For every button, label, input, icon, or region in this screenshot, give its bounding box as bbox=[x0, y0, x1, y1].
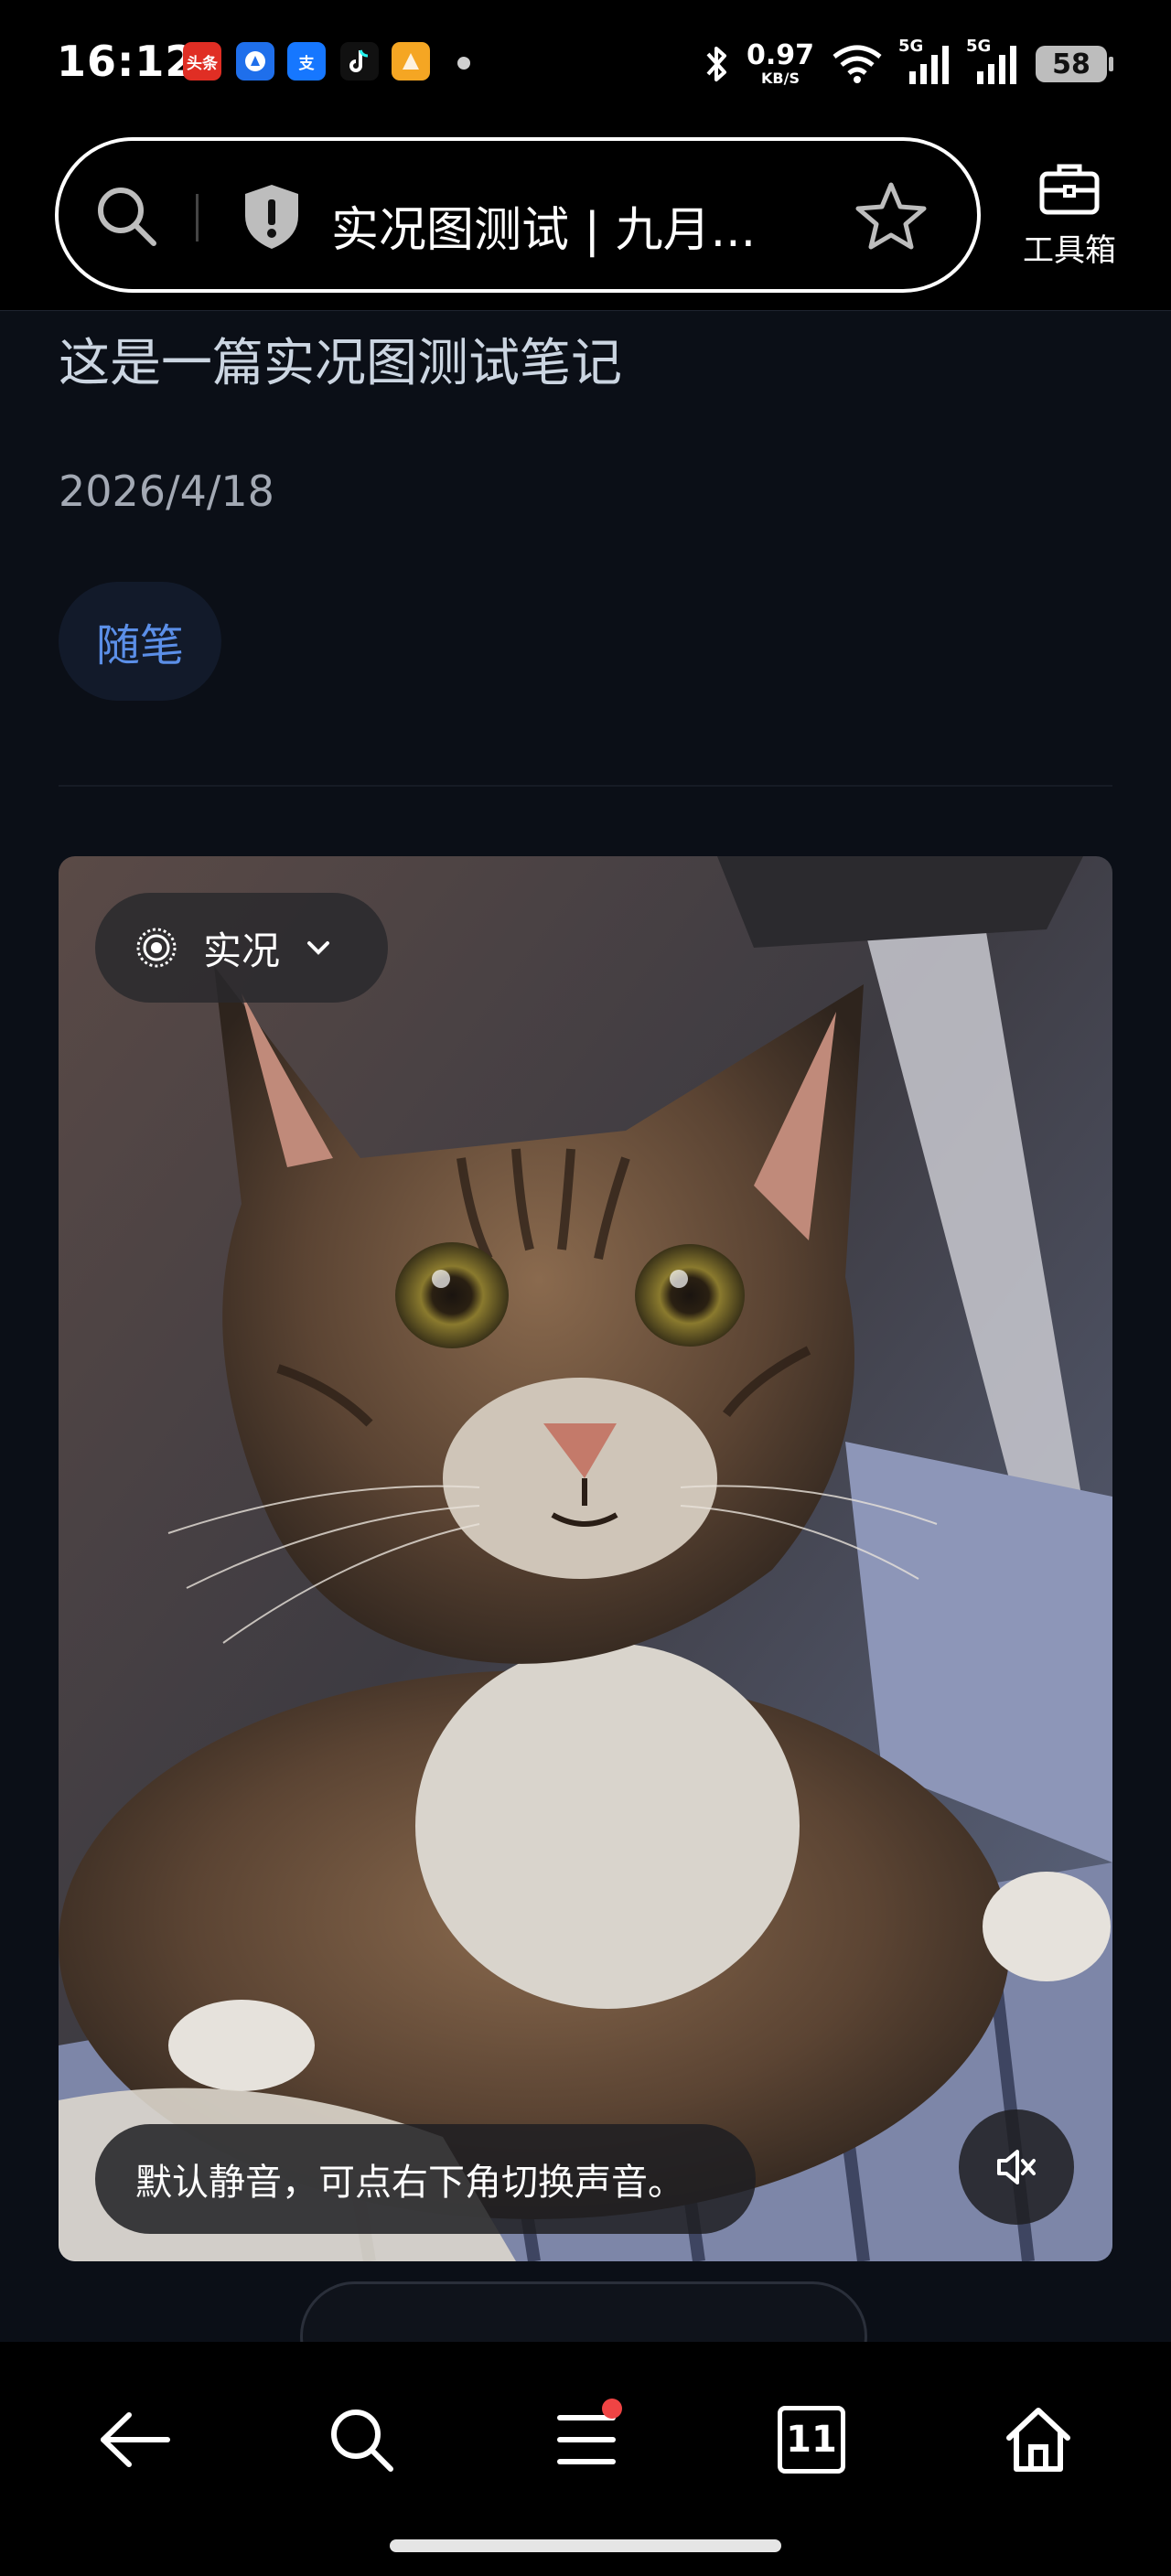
alipay-app-icon: 支 bbox=[287, 42, 326, 80]
network-speed: 0.97 KB/S bbox=[746, 39, 814, 87]
live-photo-badge[interactable]: 实况 bbox=[95, 893, 388, 1003]
live-photo[interactable]: 实况 默认静音，可点右下角切换声音。 bbox=[59, 856, 1112, 2261]
photo-app-icon bbox=[392, 42, 430, 80]
mute-toggle-button[interactable] bbox=[959, 2109, 1074, 2225]
bottom-navigation: 11 bbox=[0, 2342, 1171, 2576]
back-button[interactable] bbox=[84, 2389, 185, 2490]
more-notifications-dot bbox=[457, 57, 470, 70]
article-content: 这是一篇实况图测试笔记 2026/4/18 随笔 实况 默认静音，可点右下角切换… bbox=[0, 311, 1171, 2342]
chevron-down-icon bbox=[307, 941, 330, 955]
category-tag[interactable]: 随笔 bbox=[59, 582, 221, 701]
cat-photo bbox=[59, 856, 1112, 2261]
tiktok-app-icon bbox=[340, 42, 379, 80]
security-shield-icon[interactable] bbox=[240, 181, 304, 256]
page-title[interactable]: 实况图测试 | 九月... bbox=[331, 191, 756, 260]
address-bar-divider bbox=[196, 194, 199, 242]
toolbox-button[interactable]: 工具箱 bbox=[1010, 161, 1129, 270]
section-divider bbox=[59, 785, 1112, 787]
status-time: 16:12 bbox=[57, 37, 196, 86]
floating-tools-bar[interactable] bbox=[300, 2281, 867, 2342]
browser-toolbar: 实况图测试 | 九月... 工具箱 bbox=[0, 128, 1171, 311]
article-subtitle: 这是一篇实况图测试笔记 bbox=[59, 334, 622, 393]
address-bar[interactable]: 实况图测试 | 九月... bbox=[55, 137, 981, 293]
gesture-home-indicator[interactable] bbox=[390, 2539, 781, 2552]
browser-app-icon bbox=[236, 42, 274, 80]
home-button[interactable] bbox=[988, 2389, 1089, 2490]
bookmark-star-icon[interactable] bbox=[854, 179, 928, 256]
search-icon bbox=[331, 2410, 393, 2472]
bluetooth-icon bbox=[703, 43, 730, 85]
menu-button[interactable] bbox=[536, 2389, 637, 2490]
battery-indicator: 58 bbox=[1036, 46, 1113, 82]
status-bar: 16:12 头条 支 0.97 KB/S 5G 5G 58 bbox=[0, 0, 1171, 128]
tabs-icon: 11 bbox=[778, 2406, 845, 2474]
live-photo-label: 实况 bbox=[203, 928, 281, 973]
speaker-mute-icon bbox=[997, 2150, 1036, 2184]
cell-signal-icon-2: 5G bbox=[966, 37, 1019, 86]
toolbox-icon bbox=[1039, 164, 1100, 215]
toolbox-label: 工具箱 bbox=[1023, 232, 1116, 269]
article-date: 2026/4/18 bbox=[59, 467, 274, 516]
cell-signal-icon-1: 5G bbox=[898, 37, 951, 86]
search-icon[interactable] bbox=[91, 181, 163, 256]
menu-icon bbox=[557, 2415, 616, 2464]
tab-count: 11 bbox=[786, 2419, 837, 2461]
home-icon bbox=[1006, 2408, 1070, 2472]
arrow-left-icon bbox=[101, 2412, 170, 2467]
tabs-button[interactable]: 11 bbox=[761, 2389, 862, 2490]
notification-badge bbox=[602, 2399, 622, 2419]
mute-tip: 默认静音，可点右下角切换声音。 bbox=[95, 2124, 756, 2234]
search-button[interactable] bbox=[311, 2389, 412, 2490]
live-photo-icon bbox=[136, 928, 177, 968]
wifi-icon bbox=[831, 44, 884, 84]
toutiao-app-icon: 头条 bbox=[183, 42, 221, 80]
